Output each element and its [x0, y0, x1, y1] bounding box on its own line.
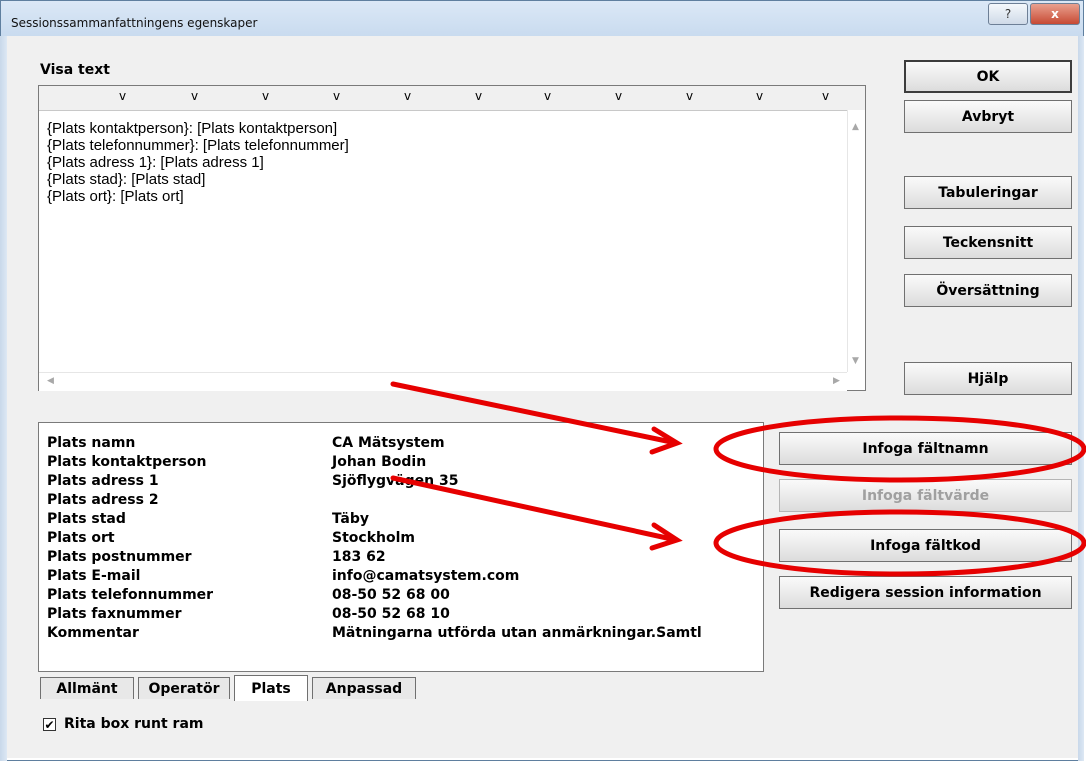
ruler-tab-marker[interactable]: v [191, 89, 198, 103]
tab-operator[interactable]: Operatör [138, 677, 230, 699]
field-list[interactable]: Plats namn CA Mätsystem Plats kontaktpers… [38, 422, 764, 672]
font-button[interactable]: Teckensnitt [904, 226, 1072, 259]
scroll-left-icon[interactable]: ◀ [47, 376, 54, 386]
insert-field-value-button[interactable]: Infoga fältvärde [779, 479, 1072, 512]
display-text-content[interactable]: {Plats kontaktperson}: [Plats kontaktper… [47, 120, 349, 205]
scroll-up-icon[interactable]: ▲ [852, 122, 859, 132]
display-text-label: Visa text [40, 62, 110, 78]
title-bar[interactable]: Sessionssammanfattningens egenskaper ? x [1, 1, 1083, 37]
horizontal-scrollbar[interactable]: ◀ ▶ [39, 372, 847, 391]
tabs-setup-button[interactable]: Tabuleringar [904, 176, 1072, 209]
window-frame-right [1078, 36, 1084, 761]
text-line: {Plats stad}: [Plats stad] [47, 171, 206, 188]
draw-box-label: Rita box runt ram [64, 716, 204, 732]
scroll-right-icon[interactable]: ▶ [833, 376, 840, 386]
display-text-editor[interactable]: v v v v v v v v v v v {Plats kontaktpers… [38, 85, 866, 391]
tab-anpassad[interactable]: Anpassad [312, 677, 416, 699]
tab-ruler[interactable]: v v v v v v v v v v v [39, 86, 865, 111]
window-title: Sessionssammanfattningens egenskaper [11, 16, 258, 30]
ok-button[interactable]: OK [904, 60, 1072, 93]
ruler-tab-marker[interactable]: v [756, 89, 763, 103]
cancel-button[interactable]: Avbryt [904, 100, 1072, 133]
insert-field-code-button[interactable]: Infoga fältkod [779, 529, 1072, 562]
ruler-tab-marker[interactable]: v [119, 89, 126, 103]
ruler-tab-marker[interactable]: v [544, 89, 551, 103]
ruler-tab-marker[interactable]: v [475, 89, 482, 103]
tab-allmant[interactable]: Allmänt [40, 677, 134, 699]
close-icon[interactable]: x [1030, 3, 1080, 25]
vertical-scrollbar[interactable]: ▲ ▼ [847, 110, 865, 372]
ruler-tab-marker[interactable]: v [333, 89, 340, 103]
tab-plats[interactable]: Plats [234, 675, 308, 701]
draw-box-checkbox[interactable]: ✔ [43, 718, 56, 731]
ruler-tab-marker[interactable]: v [262, 89, 269, 103]
ruler-tab-marker[interactable]: v [404, 89, 411, 103]
text-line: {Plats ort}: [Plats ort] [47, 188, 184, 205]
translation-button[interactable]: Översättning [904, 274, 1072, 307]
text-line: {Plats kontaktperson}: [Plats kontaktper… [47, 120, 338, 137]
help-icon[interactable]: ? [988, 3, 1028, 25]
help-button[interactable]: Hjälp [904, 362, 1072, 395]
ruler-tab-marker[interactable]: v [686, 89, 693, 103]
text-line: {Plats telefonnummer}: [Plats telefonnum… [47, 137, 349, 154]
ruler-tab-marker[interactable]: v [822, 89, 829, 103]
text-line: {Plats adress 1}: [Plats adress 1] [47, 154, 264, 171]
insert-field-name-button[interactable]: Infoga fältnamn [779, 432, 1072, 465]
ruler-tab-marker[interactable]: v [615, 89, 622, 103]
scroll-down-icon[interactable]: ▼ [852, 356, 859, 366]
window-frame-left [0, 36, 7, 761]
edit-session-info-button[interactable]: Redigera session information [779, 576, 1072, 609]
